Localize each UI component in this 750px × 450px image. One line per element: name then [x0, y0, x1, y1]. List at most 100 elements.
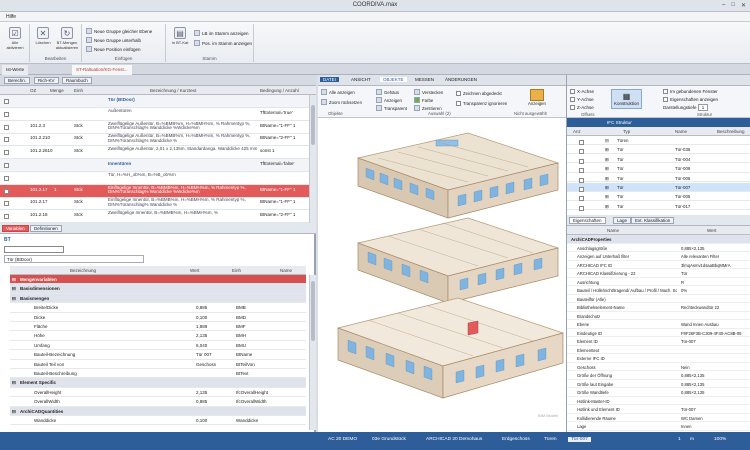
variable-row[interactable]: ⊟ ArchiCADQuantities: [10, 406, 306, 416]
tab-messen[interactable]: MESSEN: [412, 77, 437, 82]
raumbuch-button[interactable]: Raumbuch: [62, 77, 92, 84]
gehaus-button[interactable]: Gehäus: [376, 89, 399, 95]
property-row[interactable]: Anzeigen auf Unterhaß filter Alle relevan…: [567, 252, 750, 261]
tree-expand-icon[interactable]: ⊞: [605, 204, 609, 210]
tab-ist-werte[interactable]: Ist-Werte: [2, 65, 29, 75]
variable-row[interactable]: ⊟ Basisdimensionen: [10, 284, 306, 294]
close-button[interactable]: ✕: [741, 2, 746, 9]
alle-aktivieren-button[interactable]: ☑ Alle aktivieren: [3, 27, 27, 53]
tab-variablen[interactable]: Variablen: [2, 225, 29, 232]
variable-row[interactable]: ⊟ Basismengen: [10, 293, 306, 304]
variable-row[interactable]: Umfang 6,040 BMU: [10, 341, 306, 351]
stamm-button[interactable]: ▤ In BT-Kat: [168, 27, 192, 53]
farbe-button[interactable]: Farbe: [414, 97, 433, 103]
status-site[interactable]: 03e Grundstück: [372, 437, 406, 442]
property-row[interactable]: Ausrichtung R: [567, 278, 750, 287]
position-row[interactable]: 101.2.18 Stck Zweiflügelige Innentür, B=%B…: [0, 210, 316, 224]
neue-position-button[interactable]: Neue Position einfügen: [86, 46, 141, 52]
property-row[interactable]: Elementtext: [567, 346, 750, 355]
property-row[interactable]: Kollidierende Räume WC Damen: [567, 414, 750, 423]
anzeigen-button[interactable]: Anzeigen: [376, 97, 402, 103]
variable-row[interactable]: Bauteil Teil von Geschoss BtTeilVon: [10, 360, 306, 369]
maximize-button[interactable]: □: [731, 2, 735, 9]
transparent-button[interactable]: Transparent: [376, 105, 407, 111]
variable-row[interactable]: Breite/Dicke 0,885 BMB: [10, 303, 306, 313]
tree-expand-icon[interactable]: ⊞: [605, 157, 609, 163]
variable-row[interactable]: Bauteil-Bezeichnung Tür 007 BtName: [10, 350, 306, 360]
tree-expand-icon[interactable]: ⊟: [605, 138, 609, 144]
eigenschaften-checkbox[interactable]: Eigenschaften anzeigen: [663, 97, 718, 102]
transparenz-checkbox[interactable]: Transparenz ignorieren: [456, 101, 507, 106]
position-row[interactable]: Innentüren TfExternal='false': [0, 159, 316, 172]
variable-row[interactable]: ⊟ Mengenvariablen: [10, 275, 306, 285]
tree-expand-icon[interactable]: ⊞: [605, 147, 609, 153]
property-row[interactable]: Größe der Öffnung 0,885×2,135: [567, 371, 750, 380]
tree-row[interactable]: ⊞ Tür Tür-036: [567, 145, 750, 155]
tab-datei[interactable]: DATEI: [320, 77, 339, 82]
tab-ext-klassifikation[interactable]: Ext. Klassifikation: [631, 217, 675, 224]
konstruktion-button[interactable]: ▦ Konstruktion: [611, 89, 643, 109]
expand-icon[interactable]: ⊟: [12, 296, 16, 302]
variable-row[interactable]: Wanddicke 0,100 Wanddicke: [10, 416, 306, 426]
tab-eigenschaften[interactable]: Eigenschaften: [569, 217, 606, 224]
tree-expand-icon[interactable]: ⊞: [605, 185, 609, 191]
menu-help[interactable]: Hilfe: [6, 14, 16, 20]
tree-row[interactable]: ⊞ Tür Tür-009: [567, 164, 750, 174]
fenster-checkbox[interactable]: Im gebundenen Fenster: [663, 89, 718, 94]
variables-scrollbar[interactable]: [309, 275, 316, 430]
property-row[interactable]: Größe laut Eingabe 0,885×2,135: [567, 380, 750, 389]
tree-row[interactable]: ⊞ Tür Tür-017: [567, 202, 750, 211]
property-row[interactable]: ARCHICAD IFC ID 3lmqAsmv1dsaaBbqMMrA: [567, 261, 750, 270]
property-row[interactable]: Bibliothekselement-Name Rechteckwandtür 2…: [567, 303, 750, 312]
position-row[interactable]: Außentüren TfExternal='true': [0, 108, 316, 121]
tab-lage[interactable]: Lage: [613, 217, 632, 224]
status-model[interactable]: AC 20 DEMO: [328, 437, 357, 442]
status-project[interactable]: ARCHICAD 20 Demohaus: [426, 437, 482, 442]
position-row[interactable]: 101.2.210 Stck Zweiflügelige Außentür, B=%…: [0, 133, 316, 147]
bt-select[interactable]: Tür (BtDoor): [4, 255, 144, 263]
tab-aenderungen[interactable]: ÄNDERUNGEN: [442, 77, 480, 82]
position-row[interactable]: Tür (BtDoor): [0, 95, 316, 108]
position-row[interactable]: Tür, H=%H_ob%m, B=%B_ob%m: [0, 172, 316, 185]
tab-objekte[interactable]: OBJEKTE: [380, 77, 407, 82]
z-achse-checkbox[interactable]: Z-Achse: [570, 105, 594, 110]
position-scrollbar[interactable]: [309, 95, 316, 223]
neue-gruppe-unterhalb-button[interactable]: Neue Gruppe unterhalb: [86, 37, 141, 43]
property-row[interactable]: Größe Wandtiefe 0,885×2,135: [567, 388, 750, 397]
neue-gruppe-gleicher-button[interactable]: Neue Gruppe gleicher Ebene: [86, 28, 152, 34]
berechn-button[interactable]: Berechn.: [4, 77, 31, 84]
expand-icon[interactable]: ⊟: [12, 380, 16, 386]
tree-row[interactable]: ⊞ Tür Tür-005: [567, 192, 750, 202]
minimize-button[interactable]: –: [722, 2, 725, 9]
variable-row[interactable]: ⊟ Element Specific: [10, 378, 306, 388]
property-row[interactable]: Element ID Tür-007: [567, 337, 750, 346]
loeschen-button[interactable]: ✕ Löschen: [31, 27, 55, 53]
tree-expand-icon[interactable]: ⊞: [605, 176, 609, 182]
variable-row[interactable]: Bauteil-Beschreibung BtText: [10, 369, 306, 379]
property-row[interactable]: Lage Innen: [567, 422, 750, 431]
variable-row[interactable]: OverallHeight 2,135 IfcOverallHeight: [10, 388, 306, 398]
property-row[interactable]: Geschoss Nein: [567, 363, 750, 372]
tree-expand-icon[interactable]: ⊞: [605, 166, 609, 172]
verstecken-button[interactable]: Verstecken: [414, 89, 443, 95]
anzeigen-big-button[interactable]: Anzeigen: [528, 89, 546, 106]
variable-row[interactable]: OverallWidth 0,885 IfcOverallWidth: [10, 397, 306, 407]
status-element[interactable]: Tür-007: [568, 437, 591, 442]
tree-row[interactable]: ⊟ Türen: [567, 136, 750, 145]
tree-expand-icon[interactable]: ⊞: [605, 194, 609, 200]
property-row[interactable]: ARCHICAD Klassifizierung - 22 Tür: [567, 269, 750, 278]
variable-row[interactable]: Höhe 2,135 BMH: [10, 331, 306, 341]
building-3d-model[interactable]: [318, 118, 566, 418]
pos-stamm-button[interactable]: Pos. im Stamm anzeigen: [194, 40, 252, 46]
property-row[interactable]: Anschlagsgröße 0,885×2,135: [567, 244, 750, 253]
expand-icon[interactable]: ⊟: [12, 409, 16, 415]
x-achse-checkbox[interactable]: X-Achse: [570, 89, 594, 94]
property-row[interactable]: ArchiCADProperties: [567, 235, 750, 244]
darstellungstiefe-field[interactable]: Darstellungstiefe 1: [663, 104, 709, 111]
tab-st-raltuation[interactable]: ST-Raltuation/KG-Fenst...: [72, 65, 132, 75]
position-row[interactable]: 101.2.17 1 Stck Einflügelige Innentür, B=%B…: [0, 184, 316, 198]
property-row[interactable]: Hotlink-Master-ID: [567, 397, 750, 406]
property-row[interactable]: Ebene Wand Innen Ausbau: [567, 320, 750, 329]
tab-ansicht[interactable]: ANSICHT: [348, 77, 374, 82]
position-row[interactable]: 101.2.2610 Stck Zweiflügelige Außentür, 2,…: [0, 146, 316, 160]
